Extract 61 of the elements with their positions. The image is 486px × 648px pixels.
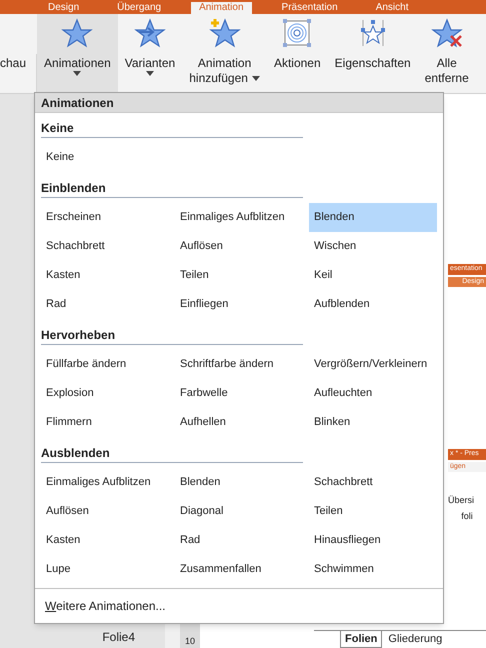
menu-item[interactable]: Auflösen bbox=[175, 232, 309, 261]
menu-item[interactable]: Farbwelle bbox=[175, 379, 309, 408]
menu-item[interactable]: Kasten bbox=[41, 261, 175, 290]
menu-item[interactable]: Wischen bbox=[309, 232, 437, 261]
ribbon-button[interactable]: Animation hinzufügen bbox=[182, 14, 267, 93]
menu-item[interactable]: Einmaliges Aufblitzen bbox=[41, 468, 175, 497]
ribbon-tab[interactable]: Animation bbox=[191, 2, 252, 14]
menu-item[interactable]: Erscheinen bbox=[41, 203, 175, 232]
menu-item[interactable]: Aufblenden bbox=[309, 290, 437, 319]
menu-item[interactable]: Schachbrett bbox=[41, 232, 175, 261]
menu-item[interactable]: Keine bbox=[41, 143, 175, 172]
star-icon bbox=[61, 18, 94, 48]
slide-label: Folie4 bbox=[102, 629, 135, 646]
ribbon-tab[interactable]: Übergang bbox=[109, 2, 170, 14]
menu-item[interactable]: Aufhellen bbox=[175, 408, 309, 437]
ribbon-tab[interactable]: Ansicht bbox=[368, 2, 416, 14]
ribbon-tab[interactable]: Design bbox=[40, 2, 88, 14]
menu-item[interactable]: Einmaliges Aufblitzen bbox=[175, 203, 309, 232]
menu-item[interactable]: Flimmern bbox=[41, 408, 175, 437]
menu-item[interactable]: Schwimmen bbox=[309, 555, 437, 584]
ruler-number: 10 bbox=[184, 634, 195, 648]
ribbon-tab[interactable]: Präsentation bbox=[274, 2, 346, 14]
section-heading: Ausblenden bbox=[41, 446, 303, 463]
section-heading: Einblenden bbox=[41, 181, 303, 198]
menu-item[interactable]: Lupe bbox=[41, 555, 175, 584]
panel-tab[interactable]: Folien bbox=[340, 630, 382, 648]
menu-item[interactable]: Kasten bbox=[41, 526, 175, 555]
ribbon-button[interactable]: Alle entferne bbox=[418, 14, 476, 93]
menu-item[interactable]: Explosion bbox=[41, 379, 175, 408]
ribbon-label: foli bbox=[460, 510, 474, 522]
menu-item[interactable]: Rad bbox=[175, 526, 309, 555]
menu-item[interactable]: Keil bbox=[309, 261, 437, 290]
menu-item[interactable]: Blenden bbox=[175, 468, 309, 497]
ribbon-button[interactable]: Eigenschaften bbox=[328, 14, 418, 93]
star-remove-icon bbox=[430, 18, 463, 48]
section-heading: Keine bbox=[41, 121, 303, 138]
menu-item[interactable]: Einfliegen bbox=[175, 290, 309, 319]
menu-title: Animationen bbox=[35, 93, 443, 113]
menu-item[interactable]: Blinken bbox=[309, 408, 437, 437]
target-icon bbox=[282, 18, 312, 48]
menu-item[interactable]: Zusammenfallen bbox=[175, 555, 309, 584]
ribbon-button[interactable]: Aktionen bbox=[266, 14, 328, 93]
menu-item[interactable]: Rad bbox=[41, 290, 175, 319]
panel-tab[interactable]: Gliederung bbox=[384, 630, 446, 648]
menu-item[interactable]: Schachbrett bbox=[309, 468, 437, 497]
menu-item[interactable]: Schriftfarbe ändern bbox=[175, 350, 309, 379]
menu-item[interactable]: Teilen bbox=[175, 261, 309, 290]
star-plus-icon bbox=[208, 18, 241, 48]
menu-item[interactable]: Hinausfliegen bbox=[309, 526, 437, 555]
menu-item[interactable]: Blenden bbox=[309, 203, 437, 232]
ribbon-label: Übersi bbox=[448, 494, 476, 507]
menu-item[interactable]: Füllfarbe ändern bbox=[41, 350, 175, 379]
menu-item[interactable]: Auflösen bbox=[41, 497, 175, 526]
star-arrow-icon bbox=[134, 18, 166, 48]
menu-item[interactable]: Diagonal bbox=[175, 497, 309, 526]
more-animations-link[interactable]: Weitere Animationen... bbox=[35, 589, 443, 623]
section-heading: Hervorheben bbox=[41, 328, 303, 345]
menu-item[interactable]: Aufleuchten bbox=[309, 379, 437, 408]
menu-item[interactable]: Teilen bbox=[309, 497, 437, 526]
menu-item[interactable]: Vergrößern/Verkleinern bbox=[309, 350, 437, 379]
ribbon-button[interactable]: Animationen bbox=[37, 14, 118, 93]
